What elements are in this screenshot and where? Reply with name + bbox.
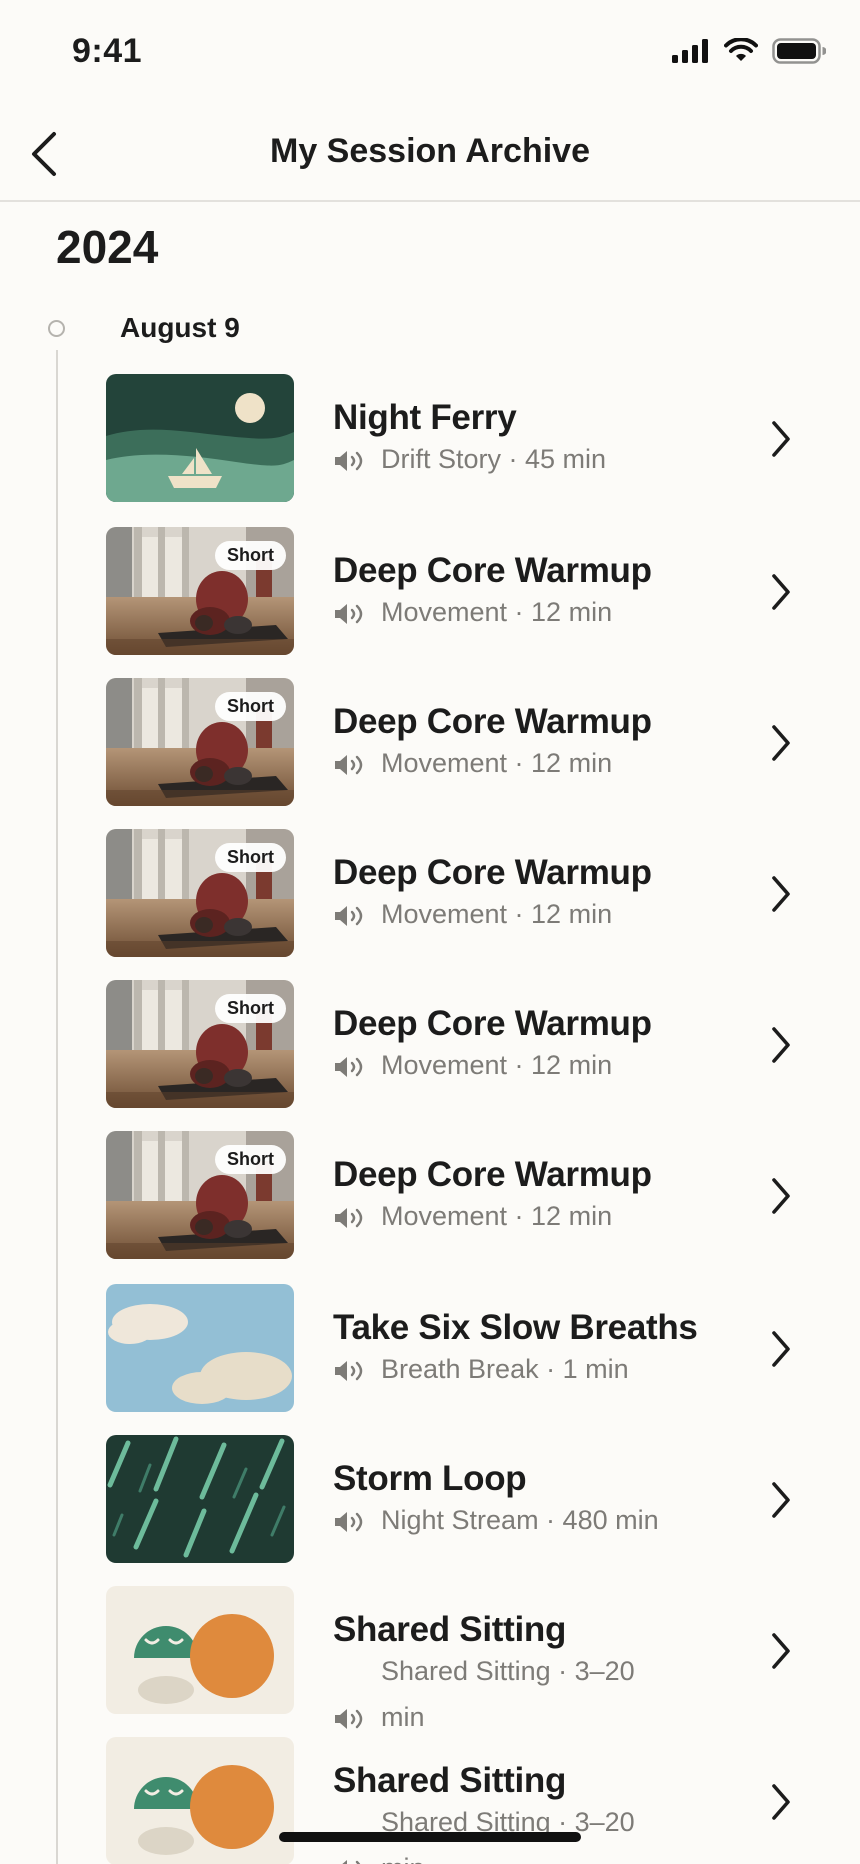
session-title: Take Six Slow Breaths [333, 1308, 698, 1347]
page-title: My Session Archive [270, 132, 590, 170]
session-thumbnail [106, 1586, 294, 1714]
session-title: Shared Sitting [333, 1761, 567, 1800]
chevron-right-icon[interactable] [756, 1475, 806, 1525]
session-title: Storm Loop [333, 1459, 527, 1498]
short-badge: Short [215, 692, 286, 721]
speaker-icon [333, 754, 365, 776]
session-row[interactable]: Take Six Slow Breaths Breath Break · 1 mi… [106, 1284, 806, 1412]
session-thumbnail: Short [106, 678, 294, 806]
session-meta-text: Movement · 12 min [381, 597, 613, 627]
session-row[interactable]: Short Deep Core Warmup Movement · 12 min [106, 829, 806, 957]
sky-clouds-thumbnail [106, 1284, 294, 1412]
session-meta: Shared Sitting · 3–20 min [333, 1656, 671, 1740]
session-row[interactable]: Storm Loop Night Stream · 480 min [106, 1435, 806, 1563]
session-thumbnail: Short [106, 829, 294, 957]
session-row[interactable]: Shared SittingShared Sitting · 3–20 min [106, 1737, 806, 1864]
session-thumbnail: Short [106, 1131, 294, 1259]
timeline-line [56, 350, 58, 1864]
year-heading: 2024 [56, 221, 159, 273]
chevron-right-icon[interactable] [756, 1777, 806, 1827]
session-thumbnail [106, 1737, 294, 1864]
speaker-icon [333, 603, 365, 625]
session-row[interactable]: Short Deep Core Warmup Movement · 12 min [106, 980, 806, 1108]
session-title: Deep Core Warmup [333, 1155, 652, 1194]
session-meta: Movement · 12 min [333, 748, 612, 786]
session-meta: Movement · 12 min [333, 899, 612, 937]
short-badge: Short [215, 994, 286, 1023]
session-row[interactable]: Night Ferry Drift Story · 45 min [106, 374, 806, 502]
session-row[interactable]: Short Deep Core Warmup Movement · 12 min [106, 678, 806, 806]
speaker-icon [333, 905, 365, 927]
timeline-dot [48, 320, 65, 337]
session-thumbnail: Short [106, 527, 294, 655]
cellular-signal-icon [672, 39, 708, 63]
session-meta-text: Movement · 12 min [381, 899, 613, 929]
speaker-icon [333, 1207, 365, 1229]
speaker-icon [333, 1056, 365, 1078]
nav-bar: My Session Archive [0, 110, 860, 202]
session-thumbnail: Short [106, 980, 294, 1108]
chevron-right-icon[interactable] [756, 718, 806, 768]
home-indicator [279, 1832, 581, 1842]
speaker-icon [333, 1708, 365, 1730]
session-meta: Movement · 12 min [333, 1050, 612, 1088]
chevron-right-icon[interactable] [756, 1324, 806, 1374]
session-meta: Night Stream · 480 min [333, 1505, 659, 1543]
chevron-right-icon[interactable] [756, 1020, 806, 1070]
session-meta-text: Drift Story · 45 min [381, 444, 607, 474]
session-meta: Drift Story · 45 min [333, 444, 606, 482]
chevron-right-icon[interactable] [756, 1171, 806, 1221]
session-meta-text: Movement · 12 min [381, 748, 613, 778]
session-title: Night Ferry [333, 398, 517, 437]
chevron-right-icon[interactable] [756, 1626, 806, 1676]
session-title: Deep Core Warmup [333, 702, 652, 741]
status-bar: 9:41 [0, 0, 860, 110]
session-row[interactable]: Short Deep Core Warmup Movement · 12 min [106, 527, 806, 655]
chevron-right-icon[interactable] [756, 567, 806, 617]
session-meta-text: Shared Sitting · 3–20 min [381, 1656, 635, 1732]
speaker-icon [333, 1360, 365, 1382]
session-row[interactable]: Shared Sitting Shared Sitting · 3–20 min [106, 1586, 806, 1732]
session-row[interactable]: Short Deep Core Warmup Movement · 12 min [106, 1131, 806, 1259]
status-time: 9:41 [72, 32, 143, 70]
speaker-icon [333, 1859, 365, 1864]
session-meta: Movement · 12 min [333, 597, 612, 635]
speaker-icon [333, 450, 365, 472]
session-meta-text: Night Stream · 480 min [381, 1505, 659, 1535]
session-thumbnail [106, 374, 294, 502]
short-badge: Short [215, 541, 286, 570]
session-title: Shared Sitting [333, 1610, 567, 1649]
night-ferry-thumbnail [106, 374, 294, 502]
chevron-right-icon[interactable] [756, 869, 806, 919]
session-meta: Movement · 12 min [333, 1201, 612, 1239]
wifi-icon [724, 38, 758, 61]
short-badge: Short [215, 1145, 286, 1174]
session-title: Deep Core Warmup [333, 1004, 652, 1043]
session-thumbnail [106, 1435, 294, 1563]
session-title: Deep Core Warmup [333, 551, 652, 590]
session-meta: Breath Break · 1 min [333, 1354, 629, 1392]
session-meta-text: Movement · 12 min [381, 1201, 613, 1231]
battery-icon [772, 38, 826, 64]
session-meta-text: Movement · 12 min [381, 1050, 613, 1080]
chevron-right-icon[interactable] [756, 414, 806, 464]
shared-sitting-thumbnail [106, 1586, 294, 1714]
session-title: Deep Core Warmup [333, 853, 652, 892]
date-label: August 9 [120, 312, 240, 343]
session-thumbnail [106, 1284, 294, 1412]
speaker-icon [333, 1511, 365, 1533]
status-icons [672, 38, 826, 64]
short-badge: Short [215, 843, 286, 872]
shared-sitting-thumbnail [106, 1737, 294, 1864]
rain-thumbnail [106, 1435, 294, 1563]
session-meta-text: Breath Break · 1 min [381, 1354, 629, 1384]
